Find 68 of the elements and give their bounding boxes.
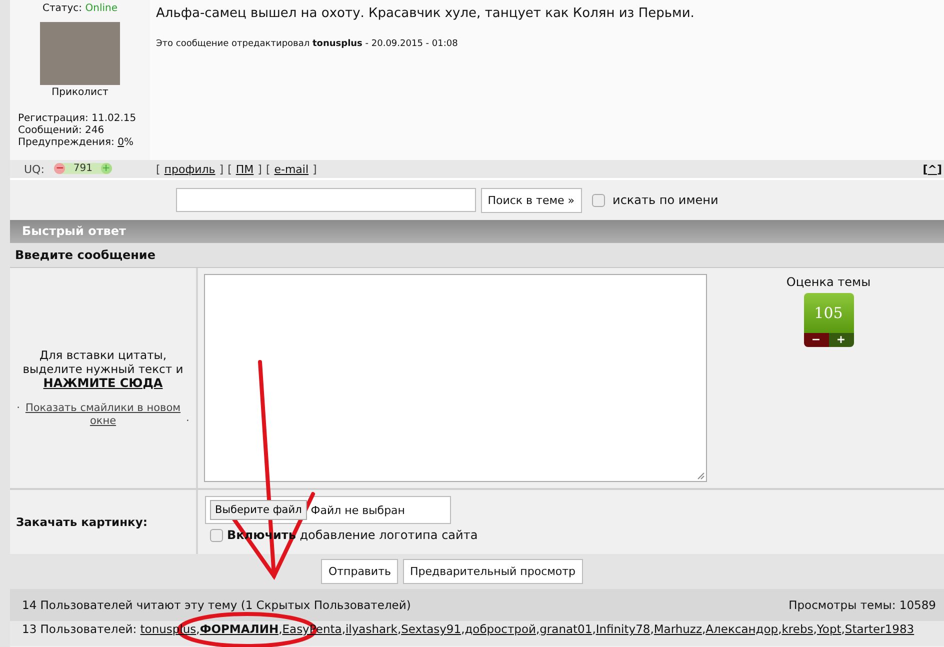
user-link[interactable]: Infinity78: [596, 622, 650, 636]
user-stat: Регистрация: 11.02.15: [18, 113, 136, 125]
separator-text: ,: [536, 622, 540, 636]
view-count: Просмотры темы: 10589: [788, 598, 936, 612]
bracket-text: ]: [312, 162, 317, 176]
checkbox[interactable]: [592, 194, 605, 206]
separator-text: ,: [397, 622, 402, 636]
minus-button[interactable]: −: [804, 333, 828, 347]
checkbox-label: искать по имени: [612, 193, 718, 207]
bracket-text: ]: [219, 162, 224, 176]
search-button[interactable]: Поиск в теме »: [480, 188, 582, 212]
user-title: Приколист: [52, 87, 108, 98]
bracket-text: [: [266, 162, 270, 176]
search-field[interactable]: [176, 188, 476, 212]
section-header: Быстрый ответ: [10, 220, 944, 243]
plus-button[interactable]: +: [828, 333, 854, 347]
profile-link[interactable]: ПМ: [236, 162, 254, 176]
separator-text: ,: [702, 622, 706, 636]
user-link[interactable]: Yopt: [816, 622, 842, 636]
separator-text: ,: [592, 622, 596, 636]
smilies-link[interactable]: Показать смайлики в новом окне: [23, 402, 183, 428]
bracket-text: [: [156, 162, 160, 176]
user-link[interactable]: добрострой: [464, 622, 536, 636]
separator-text: ,: [196, 622, 200, 636]
bullet-text: ·: [16, 402, 20, 415]
user-link[interactable]: granat01: [540, 622, 592, 636]
post-message: Альфа-самец вышел на охоту. Красавчик хуле, танцует как Колян из Перьми.: [156, 6, 696, 21]
separator-text: ,: [650, 622, 654, 636]
uq-label: UQ:: [24, 162, 44, 176]
reputation-widget: − 791 +: [54, 162, 112, 174]
choose-file-button[interactable]: Выберите файл: [210, 500, 307, 520]
separator-text: ,: [778, 622, 782, 636]
user-link[interactable]: Sextasy91: [401, 622, 462, 636]
separator-text: ,: [461, 622, 465, 636]
submit-button[interactable]: Предварительный просмотр: [402, 559, 583, 584]
bracket-text: ]: [258, 162, 262, 176]
top-link[interactable]: ^: [928, 162, 937, 176]
resize-grip-icon[interactable]: [697, 472, 705, 480]
edit-note: Это сообщение отредактировал tonusplus - 20.09.2015 - 01:08: [156, 39, 459, 49]
checkbox[interactable]: [210, 528, 223, 542]
rating-widget: 105 − +: [804, 293, 854, 347]
separator-text: ,: [841, 622, 845, 636]
bracket-text: [: [922, 162, 928, 176]
bracket-text: [: [228, 162, 232, 176]
separator-text: ,: [342, 622, 346, 636]
bracket-text: ]: [936, 162, 942, 176]
bullet-text: ·: [186, 415, 190, 428]
section-subheader: Введите сообщение: [10, 243, 944, 268]
profile-link[interactable]: профиль: [164, 162, 216, 176]
user-status: Статус: Online: [42, 3, 118, 14]
user-stat: Сообщений: 246: [18, 125, 106, 137]
user-link[interactable]: Starter1983: [844, 622, 914, 636]
submit-button[interactable]: Отправить: [321, 559, 398, 584]
quote-link[interactable]: НАЖМИТЕ СЮДА: [43, 376, 163, 390]
readers-summary: 14 Пользователей читают эту тему (1 Скрытых Пользователей): [22, 598, 411, 612]
file-input[interactable]: Выберите файл Файл не выбран: [205, 496, 451, 524]
rating-label: Оценка темы: [786, 275, 871, 289]
quote-hint: Для вставки цитаты, выделите нужный текст и: [22, 348, 184, 376]
profile-link[interactable]: e-mail: [274, 162, 309, 176]
users-label: 13 Пользователей:: [22, 622, 137, 636]
user-link[interactable]: krebs: [782, 622, 814, 636]
user-link[interactable]: ФОРМАЛИН: [200, 622, 279, 636]
user-link[interactable]: Александор: [706, 622, 778, 636]
user-stat: Предупреждения: 0%: [18, 137, 134, 149]
user-link[interactable]: ilyashark: [345, 622, 398, 636]
separator-text: ,: [813, 622, 817, 636]
separator-text: ,: [278, 622, 282, 636]
user-link[interactable]: Marhuzz: [654, 622, 702, 636]
